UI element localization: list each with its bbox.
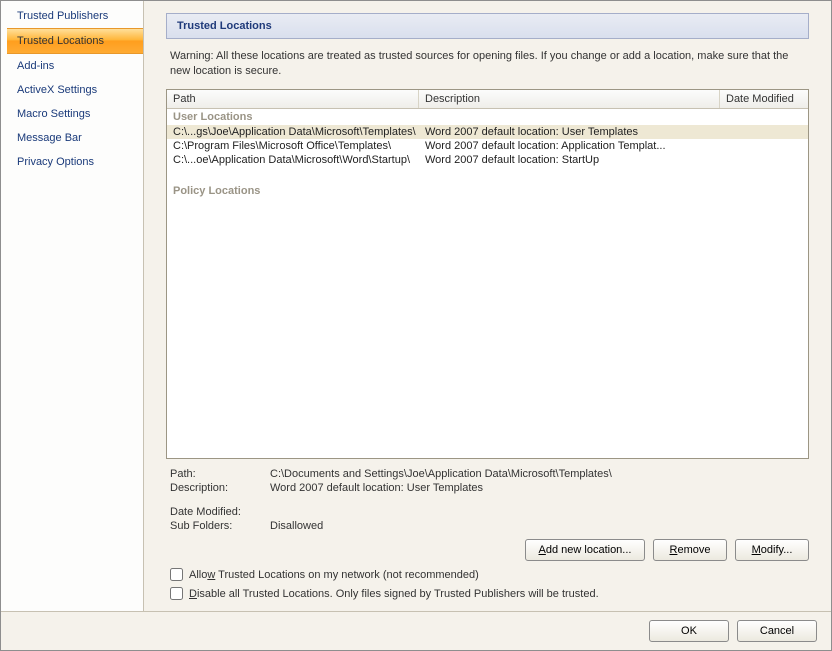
dialog-button-bar: OK Cancel	[1, 611, 831, 650]
grid-header: Path Description Date Modified	[167, 90, 808, 109]
location-buttons-row: Add new location... Remove Modify...	[166, 533, 809, 565]
cancel-button[interactable]: Cancel	[737, 620, 817, 642]
details-path-label: Path:	[170, 468, 270, 480]
column-header-date-modified[interactable]: Date Modified	[720, 90, 808, 108]
group-policy-locations: Policy Locations	[167, 183, 808, 199]
remove-button[interactable]: Remove	[653, 539, 727, 561]
sidebar-item-addins[interactable]: Add-ins	[1, 54, 143, 78]
ok-button[interactable]: OK	[649, 620, 729, 642]
details-date-label: Date Modified:	[170, 506, 270, 518]
add-new-location-button[interactable]: Add new location...	[525, 539, 645, 561]
details-desc-value: Word 2007 default location: User Templat…	[270, 482, 805, 494]
details-desc-label: Description:	[170, 482, 270, 494]
cell-path: C:\...gs\Joe\Application Data\Microsoft\…	[167, 125, 419, 139]
allow-network-checkbox-row: Allow Trusted Locations on my network (n…	[166, 565, 809, 584]
column-header-path[interactable]: Path	[167, 90, 419, 108]
cell-date	[720, 153, 808, 167]
content-panel: Trusted Locations Warning: All these loc…	[144, 1, 831, 611]
allow-network-label: Allow Trusted Locations on my network (n…	[189, 569, 479, 581]
table-row[interactable]: C:\...oe\Application Data\Microsoft\Word…	[167, 153, 808, 167]
cell-date	[720, 139, 808, 153]
cell-path: C:\Program Files\Microsoft Office\Templa…	[167, 139, 419, 153]
allow-network-checkbox[interactable]	[170, 568, 183, 581]
cell-path: C:\...oe\Application Data\Microsoft\Word…	[167, 153, 419, 167]
disable-all-checkbox-row: Disable all Trusted Locations. Only file…	[166, 584, 809, 603]
column-header-description[interactable]: Description	[419, 90, 720, 108]
sidebar-item-trusted-publishers[interactable]: Trusted Publishers	[1, 4, 143, 28]
trust-center-dialog: Trusted Publishers Trusted Locations Add…	[0, 0, 832, 651]
details-subfolders-label: Sub Folders:	[170, 520, 270, 532]
cell-desc: Word 2007 default location: User Templat…	[419, 125, 720, 139]
disable-all-checkbox[interactable]	[170, 587, 183, 600]
details-date-value	[270, 506, 805, 518]
group-user-locations: User Locations	[167, 109, 808, 125]
details-subfolders-value: Disallowed	[270, 520, 805, 532]
cell-desc: Word 2007 default location: StartUp	[419, 153, 720, 167]
page-title: Trusted Locations	[166, 13, 809, 39]
sidebar-item-message-bar[interactable]: Message Bar	[1, 126, 143, 150]
sidebar-item-trusted-locations[interactable]: Trusted Locations	[7, 28, 143, 54]
modify-button[interactable]: Modify...	[735, 539, 809, 561]
sidebar-item-macro-settings[interactable]: Macro Settings	[1, 102, 143, 126]
table-row[interactable]: C:\...gs\Joe\Application Data\Microsoft\…	[167, 125, 808, 139]
cell-date	[720, 125, 808, 139]
grid-body[interactable]: User Locations C:\...gs\Joe\Application …	[167, 109, 808, 458]
selection-details: Path: C:\Documents and Settings\Joe\Appl…	[166, 459, 809, 533]
disable-all-label: Disable all Trusted Locations. Only file…	[189, 588, 599, 600]
details-path-value: C:\Documents and Settings\Joe\Applicatio…	[270, 468, 805, 480]
sidebar-item-activex-settings[interactable]: ActiveX Settings	[1, 78, 143, 102]
cell-desc: Word 2007 default location: Application …	[419, 139, 720, 153]
warning-text: Warning: All these locations are treated…	[166, 39, 809, 89]
table-row[interactable]: C:\Program Files\Microsoft Office\Templa…	[167, 139, 808, 153]
main-area: Trusted Publishers Trusted Locations Add…	[1, 1, 831, 611]
sidebar: Trusted Publishers Trusted Locations Add…	[1, 1, 144, 611]
locations-grid: Path Description Date Modified User Loca…	[166, 89, 809, 459]
sidebar-item-privacy-options[interactable]: Privacy Options	[1, 150, 143, 174]
